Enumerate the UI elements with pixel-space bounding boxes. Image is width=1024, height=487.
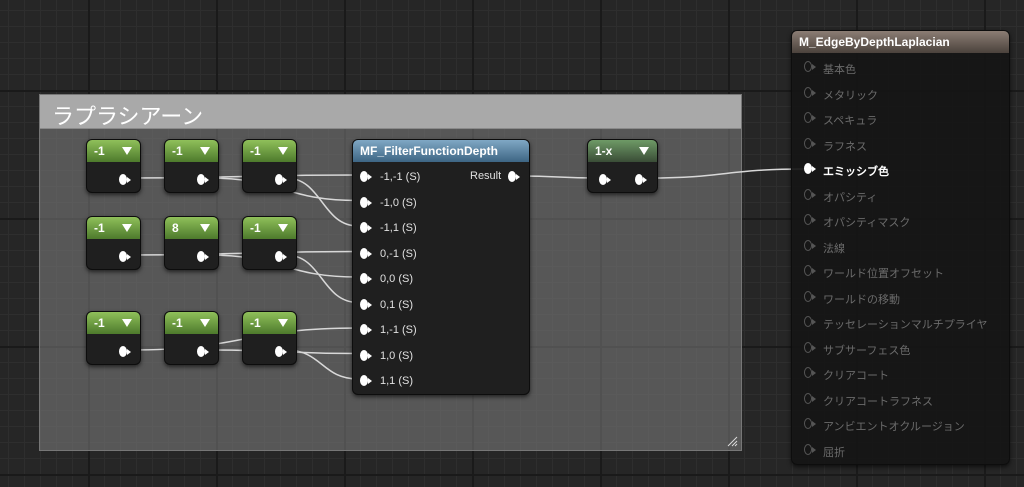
material-input-pin[interactable] xyxy=(804,265,816,276)
material-input-pin[interactable] xyxy=(804,214,816,225)
function-input-label: -1,-1 (S) xyxy=(380,171,421,183)
wire[interactable] xyxy=(519,175,598,179)
material-input-pin[interactable] xyxy=(804,341,816,353)
material-input-pin[interactable] xyxy=(804,239,816,251)
constant-output-pin[interactable] xyxy=(197,174,209,185)
function-input-pin[interactable] xyxy=(360,222,372,233)
constant-output-pin[interactable] xyxy=(119,251,131,262)
function-input-label: 1,1 (S) xyxy=(380,375,414,387)
material-input-pin[interactable] xyxy=(804,188,816,200)
one-minus-input-pin[interactable] xyxy=(599,174,611,185)
one-minus-node[interactable]: 1-x xyxy=(587,139,658,193)
material-input-label: オパシティマスク xyxy=(823,217,911,229)
material-input-label: オパシティ xyxy=(823,191,878,204)
material-input-pin[interactable] xyxy=(804,367,816,378)
material-result-node[interactable]: M_EdgeByDepthLaplacian 基本色メタリックスペキュララフネス… xyxy=(791,30,1010,465)
constant-node[interactable]: -1 xyxy=(164,139,219,193)
function-input-pin[interactable] xyxy=(360,375,372,386)
function-input-pin[interactable] xyxy=(360,196,372,208)
function-input-label: 1,-1 (S) xyxy=(380,324,417,336)
material-input-label: 基本色 xyxy=(823,64,856,76)
function-input-pin[interactable] xyxy=(360,171,372,182)
function-input-pin[interactable] xyxy=(360,298,372,310)
collapse-arrow-icon[interactable] xyxy=(278,224,288,232)
material-input-label: メタリック xyxy=(823,89,878,102)
constant-node[interactable]: -1 xyxy=(242,311,297,365)
result-output-pin[interactable] xyxy=(508,171,520,182)
material-input-pin[interactable] xyxy=(804,163,816,174)
material-input-pin[interactable] xyxy=(804,316,816,327)
material-input-label: スペキュラ xyxy=(823,115,878,127)
material-input-pin[interactable] xyxy=(804,112,816,123)
constant-output-pin[interactable] xyxy=(119,174,131,185)
constant-value[interactable]: -1 xyxy=(87,217,140,239)
collapse-arrow-icon[interactable] xyxy=(200,224,210,232)
material-input-label: サブサーフェス色 xyxy=(823,344,911,357)
function-input-pin[interactable] xyxy=(360,349,372,361)
result-label: Result xyxy=(470,170,502,182)
constant-output-pin[interactable] xyxy=(275,174,287,185)
material-input-label: クリアコート xyxy=(823,370,889,382)
material-title: M_EdgeByDepthLaplacian xyxy=(792,31,1009,53)
constant-value[interactable]: -1 xyxy=(243,312,296,334)
material-input-label: ラフネス xyxy=(823,140,867,153)
material-input-label: ワールド位置オフセット xyxy=(823,268,944,280)
function-input-pin[interactable] xyxy=(360,273,372,284)
wire[interactable] xyxy=(647,168,805,179)
material-input-label: アンビエントオクルージョン xyxy=(823,421,965,433)
collapse-arrow-icon[interactable] xyxy=(122,224,132,232)
constant-value[interactable]: -1 xyxy=(243,140,296,162)
function-input-pin[interactable] xyxy=(360,324,372,335)
constant-value[interactable]: -1 xyxy=(165,312,218,334)
function-input-label: 0,-1 (S) xyxy=(380,247,417,260)
function-input-label: 0,1 (S) xyxy=(380,298,414,311)
material-input-pin[interactable] xyxy=(804,86,816,98)
constant-output-pin[interactable] xyxy=(197,346,209,357)
constant-value[interactable]: -1 xyxy=(87,140,140,162)
collapse-arrow-icon[interactable] xyxy=(278,319,288,327)
collapse-arrow-icon[interactable] xyxy=(200,319,210,327)
collapse-arrow-icon[interactable] xyxy=(122,319,132,327)
constant-value[interactable]: -1 xyxy=(243,217,296,239)
material-input-pin[interactable] xyxy=(804,137,816,149)
constant-node[interactable]: -1 xyxy=(242,139,297,193)
constant-node[interactable]: -1 xyxy=(86,311,141,365)
function-input-label: -1,1 (S) xyxy=(380,222,417,234)
constant-value[interactable]: -1 xyxy=(165,140,218,162)
filter-function-node[interactable]: MF_FilterFunctionDepth -1,-1 (S) -1,0 (S)… xyxy=(352,139,530,395)
collapse-arrow-icon[interactable] xyxy=(200,147,210,155)
constant-output-pin[interactable] xyxy=(275,346,287,357)
constant-node[interactable]: -1 xyxy=(86,139,141,193)
function-input-pin[interactable] xyxy=(360,247,372,259)
material-input-label: ワールドの移動 xyxy=(823,293,900,306)
material-input-pin[interactable] xyxy=(804,290,816,302)
material-input-pin[interactable] xyxy=(804,392,816,404)
function-input-label: 1,0 (S) xyxy=(380,349,414,362)
constant-value[interactable]: 8 xyxy=(165,217,218,239)
collapse-arrow-icon[interactable] xyxy=(278,147,288,155)
collapse-arrow-icon[interactable] xyxy=(122,147,132,155)
material-input-pin[interactable] xyxy=(804,418,816,429)
material-input-pin[interactable] xyxy=(804,61,816,72)
constant-output-pin[interactable] xyxy=(197,251,209,262)
constant-value[interactable]: -1 xyxy=(87,312,140,334)
collapse-arrow-icon[interactable] xyxy=(639,147,649,155)
material-input-label: エミッシブ色 xyxy=(823,166,889,178)
constant-node[interactable]: -1 xyxy=(86,216,141,270)
one-minus-output-pin[interactable] xyxy=(635,174,647,185)
constant-node[interactable]: 8 xyxy=(164,216,219,270)
function-input-label: 0,0 (S) xyxy=(380,273,414,285)
filter-function-title: MF_FilterFunctionDepth xyxy=(353,140,529,162)
constant-node[interactable]: -1 xyxy=(164,311,219,365)
constant-output-pin[interactable] xyxy=(119,346,131,357)
constant-output-pin[interactable] xyxy=(275,251,287,262)
material-input-label: テッセレーションマルチプライヤ xyxy=(823,319,988,331)
constant-node[interactable]: -1 xyxy=(242,216,297,270)
material-input-label: 屈折 xyxy=(823,446,845,459)
material-input-label: クリアコートラフネス xyxy=(823,395,933,408)
material-input-pin[interactable] xyxy=(804,443,816,455)
material-input-label: 法線 xyxy=(823,242,845,255)
function-input-label: -1,0 (S) xyxy=(380,196,417,209)
